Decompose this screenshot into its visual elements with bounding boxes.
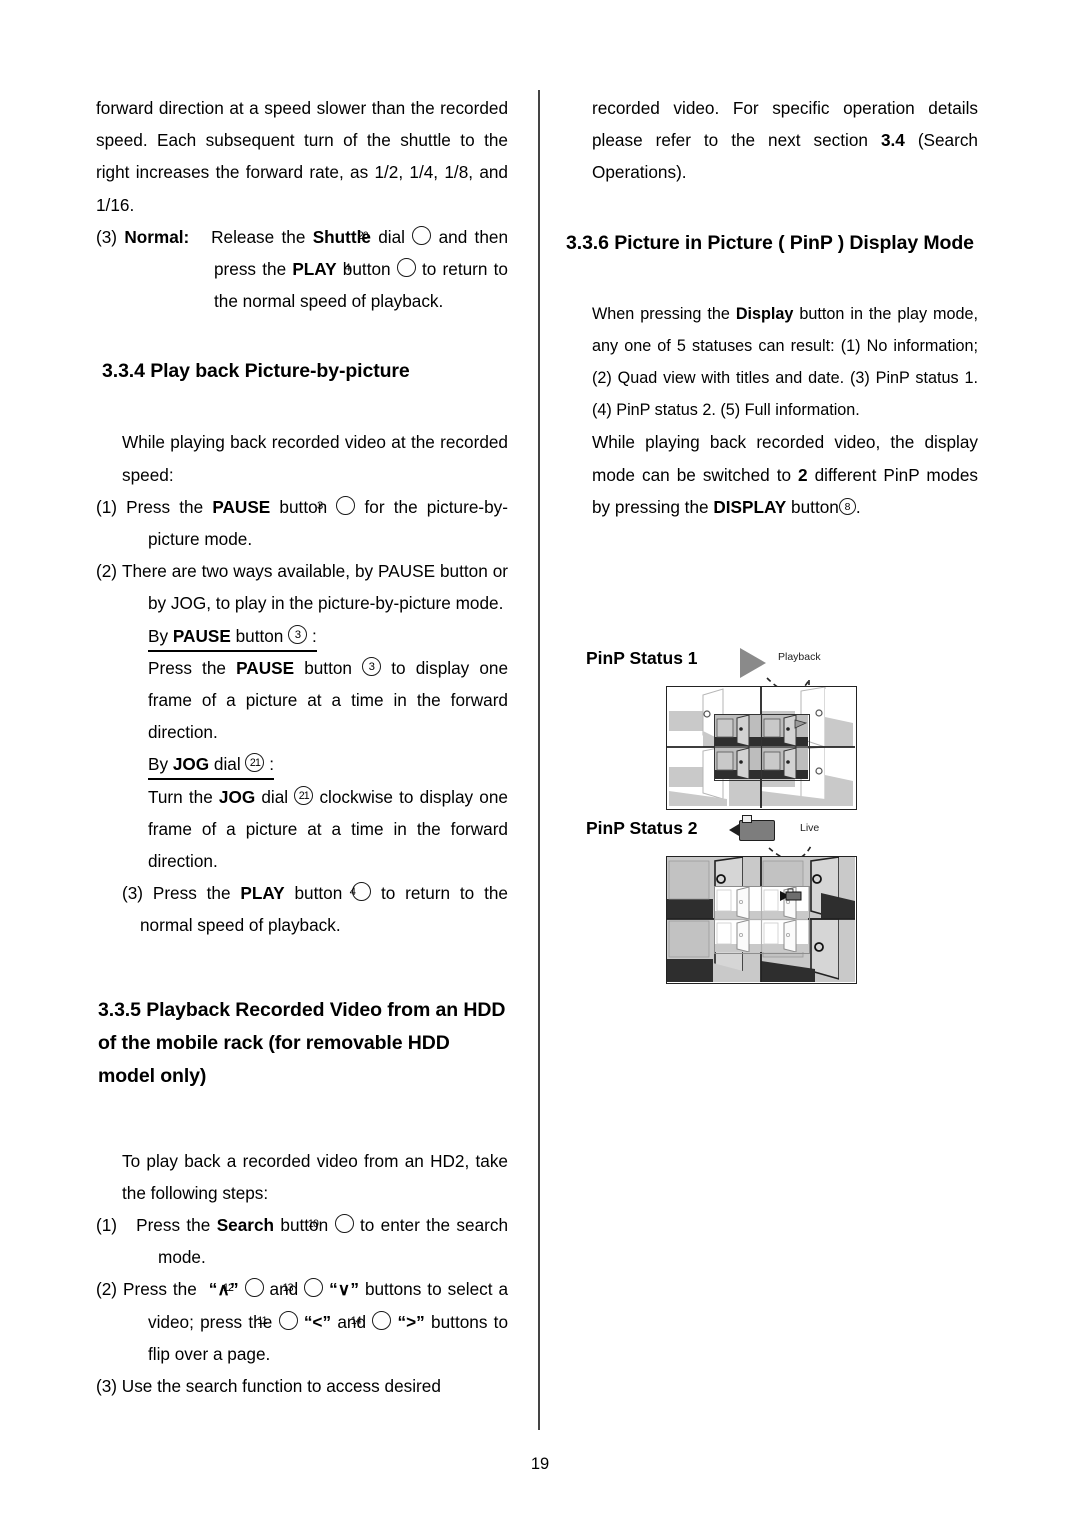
pinp-status-1-label: PinP Status 1 (586, 648, 698, 668)
circled-number-14: 14 (351, 1310, 392, 1330)
play-bold: PLAY (240, 883, 285, 904)
page-number: 19 (530, 1455, 550, 1473)
pinp-inset-1 (714, 714, 810, 781)
s5s2-text-a: Press the (123, 1279, 197, 1300)
pd-text-a: When pressing the (592, 304, 730, 323)
pause-bold: PAUSE (212, 496, 271, 517)
s5s1-text-b: button (280, 1215, 329, 1236)
normal-label: Normal: (124, 226, 190, 247)
camera-lens-icon (729, 824, 739, 836)
by-jog-label-line: By JOG dial 21 : (96, 748, 508, 781)
display-bold: Display (735, 304, 794, 323)
search-bold: Search (216, 1215, 275, 1236)
circled-number-12: 12 (223, 1278, 264, 1298)
step2-text: There are two ways available, by PAUSE b… (121, 561, 508, 614)
by-pause-colon: : (311, 625, 317, 646)
list-item-normal: (3) Normal: Release the Shuttle dial 20 … (96, 221, 508, 318)
by-jog-text-a: By (148, 754, 169, 775)
heading-3-3-6: 3.3.6 Picture in Picture ( PinP ) Displa… (566, 231, 974, 254)
key-down-label: “∨” (329, 1279, 359, 1300)
circled-number-3: 3 (288, 624, 308, 644)
by-jog-label: By JOG dial 21 : (148, 751, 275, 781)
by-jog-text-b: dial (213, 754, 241, 775)
list-item-335-1: (1) Press the Search button 10 to enter … (96, 1209, 508, 1273)
by-pause-text-a: By (148, 625, 169, 646)
circled-number-20: 20 (358, 225, 432, 245)
by-pause-bold: PAUSE (172, 625, 231, 646)
list-marker: (1) (96, 1215, 118, 1236)
play-triangle-icon (740, 648, 766, 678)
circled-number-3: 3 (362, 656, 382, 676)
step1-text-a: Press the (126, 496, 204, 517)
pm-text-d: . (855, 496, 861, 517)
intro-335: To play back a recorded video from an HD… (122, 1150, 508, 1203)
step3-text-b: button (294, 883, 343, 904)
list-marker: (2) (96, 561, 118, 582)
bj-text-b: dial (261, 786, 289, 807)
list-item-335-2: (2) Press the “∧” 12 and 13 “∨” buttons … (96, 1273, 508, 1370)
pinp-inset-scene-1 (715, 715, 808, 779)
circled-number-4: 4 (344, 258, 416, 278)
list-marker: (3) (96, 226, 118, 247)
key-left-label: “<” (303, 1311, 332, 1332)
pause-bold: PAUSE (236, 657, 295, 678)
by-pause-label: By PAUSE button 3 : (148, 623, 317, 652)
pinp-inset-scene-2 (715, 887, 808, 952)
normal-text-a: Release the (211, 226, 306, 247)
heading-3-3-4: 3.3.4 Play back Picture-by-picture (102, 360, 410, 383)
para-pinp-modes: While playing back recorded video, the d… (566, 426, 978, 523)
camera-reel-icon (742, 815, 752, 823)
pinp-inset-2 (714, 886, 810, 954)
list-item-334-1: (1) Press the PAUSE button 3 for the pic… (96, 491, 508, 555)
list-marker: (2) (96, 1279, 118, 1300)
circled-number-10: 10 (308, 1214, 354, 1234)
bj-text-a: Turn the (148, 786, 213, 807)
circled-number-21: 21 (245, 753, 265, 773)
step3-text-a: Press the (152, 883, 231, 904)
intro-334: While playing back recorded video at the… (122, 432, 508, 485)
circled-number-8: 8 (838, 497, 856, 515)
pm-text-c: button (791, 496, 839, 517)
play-bold: PLAY (292, 259, 337, 280)
section-ref-bold: 3.4 (880, 130, 905, 151)
circled-number-3: 3 (317, 495, 356, 515)
bp-text-a: Press the (148, 657, 226, 678)
heading-3-3-5: 3.3.5 Playback Recorded Video from an HD… (98, 998, 506, 1087)
circled-number-4: 4 (350, 882, 372, 902)
pinp-status-2-label: PinP Status 2 (586, 818, 698, 838)
s5s1-text-c: to enter the search mode. (158, 1215, 509, 1268)
s5s3-text: Use the search function to access desire… (121, 1376, 441, 1397)
key-right-label: “>” (397, 1311, 425, 1332)
list-marker: (1) (96, 496, 118, 517)
bp-text-b: button (304, 657, 352, 678)
paragraph-continued-right: recorded video. For specific operation d… (566, 92, 978, 189)
left-column: forward direction at a speed slower than… (96, 92, 508, 1402)
by-jog-bold: JOG (172, 754, 210, 775)
paragraph-continued: forward direction at a speed slower than… (96, 98, 508, 215)
manual-page: forward direction at a speed slower than… (0, 0, 1080, 1527)
column-divider (538, 90, 540, 1430)
by-jog-colon: : (269, 754, 275, 775)
by-pause-label-line: By PAUSE button 3 : (96, 620, 508, 652)
by-jog-body: Turn the JOG dial 21 clockwise to displa… (96, 781, 508, 878)
list-marker: (3) (96, 1376, 118, 1397)
list-marker: (3) (122, 883, 144, 904)
circled-number-11: 11 (257, 1310, 298, 1330)
circled-number-21: 21 (294, 785, 314, 805)
s5s1-text-a: Press the (136, 1215, 211, 1236)
list-item-335-3: (3) Use the search function to access de… (96, 1370, 508, 1402)
two-bold: 2 (798, 464, 808, 485)
normal-text-b: dial (378, 226, 405, 247)
circled-number-13: 13 (283, 1278, 324, 1298)
list-item-334-3: (3) Press the PLAY button 4 to return to… (96, 877, 508, 941)
right-column: recorded video. For specific operation d… (566, 92, 978, 523)
para-display-statuses: When pressing the Display button in the … (566, 298, 978, 427)
by-pause-text-b: button (235, 625, 284, 646)
jog-bold: JOG (218, 786, 256, 807)
list-item-334-2: (2) There are two ways available, by PAU… (96, 555, 508, 619)
by-pause-body: Press the PAUSE button 3 to display one … (96, 652, 508, 749)
display-button-bold: DISPLAY (713, 496, 787, 517)
